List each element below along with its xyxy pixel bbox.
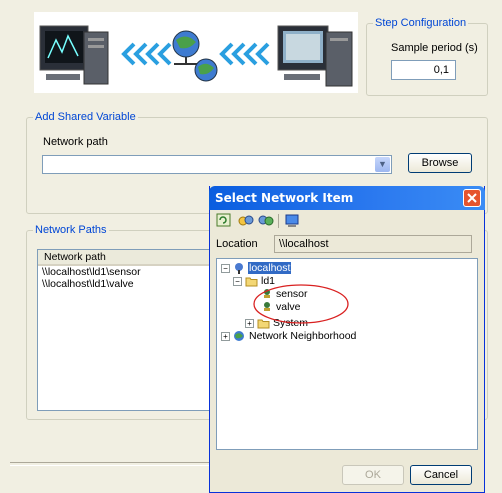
dialog-toolbar xyxy=(214,212,480,230)
ok-button[interactable]: OK xyxy=(342,465,404,485)
computer-icon xyxy=(39,25,109,85)
expand-icon[interactable]: + xyxy=(221,331,230,341)
collapse-icon[interactable]: − xyxy=(233,276,242,286)
dialog-title: Select Network Item xyxy=(215,191,354,205)
banner-image xyxy=(34,12,358,93)
list-item[interactable]: \\localhost\ld1\sensor xyxy=(42,266,141,278)
step-configuration-group: Step Configuration Sample period (s) 0,1 xyxy=(366,17,488,96)
highlight-circle xyxy=(253,284,349,324)
close-button[interactable] xyxy=(463,189,481,207)
close-icon xyxy=(467,193,477,203)
list-item[interactable]: \\localhost\ld1\valve xyxy=(42,278,134,290)
tree-label-localhost: localhost xyxy=(248,262,292,274)
sample-period-label: Sample period (s) xyxy=(391,42,478,54)
network-path-combobox[interactable]: ▼ xyxy=(42,155,392,174)
browse-button[interactable]: Browse xyxy=(408,153,472,173)
globe-network-icon xyxy=(172,30,218,82)
link-icon xyxy=(238,215,254,226)
tree-item-network-neighborhood[interactable]: + Network Neighborhood xyxy=(221,330,356,343)
dialog-titlebar[interactable]: Select Network Item xyxy=(209,186,485,210)
location-value: \\localhost xyxy=(279,238,329,250)
computer-icon xyxy=(235,263,243,275)
toolbar-divider xyxy=(278,214,279,228)
location-field: \\localhost xyxy=(274,235,472,253)
properties-button[interactable] xyxy=(284,213,300,228)
column-header[interactable]: Network path xyxy=(38,250,214,266)
refresh-button[interactable] xyxy=(216,213,232,228)
add-shared-variable-legend: Add Shared Variable xyxy=(33,111,138,123)
dropdown-button[interactable]: ▼ xyxy=(375,157,390,172)
cancel-button[interactable]: Cancel xyxy=(410,465,472,485)
tree-item-localhost[interactable]: − localhost xyxy=(221,262,292,275)
computer-icon xyxy=(285,214,299,227)
network-icon xyxy=(234,331,244,342)
connect-button[interactable] xyxy=(258,213,274,228)
tree-label-network-neighborhood: Network Neighborhood xyxy=(249,330,357,342)
banner-graphic xyxy=(39,25,353,87)
network-tree[interactable]: − localhost − ld1 sensor valve + System + Ne… xyxy=(216,258,478,450)
location-label: Location xyxy=(216,238,258,250)
select-network-item-dialog: Select Network Item Location \\localhost… xyxy=(209,186,485,493)
column-header-label: Network path xyxy=(44,251,106,263)
network-path-label: Network path xyxy=(43,136,108,148)
collapse-icon[interactable]: − xyxy=(221,263,230,273)
step-configuration-legend: Step Configuration xyxy=(373,17,469,29)
network-icon xyxy=(258,215,274,226)
link-button[interactable] xyxy=(238,213,254,228)
refresh-icon xyxy=(216,213,231,227)
sample-period-value: 0,1 xyxy=(433,64,449,76)
computer-icon xyxy=(277,25,353,87)
network-paths-legend: Network Paths xyxy=(33,224,109,236)
sample-period-field[interactable]: 0,1 xyxy=(391,60,456,80)
separator xyxy=(10,462,210,466)
dropdown-icon: ▼ xyxy=(378,159,387,169)
